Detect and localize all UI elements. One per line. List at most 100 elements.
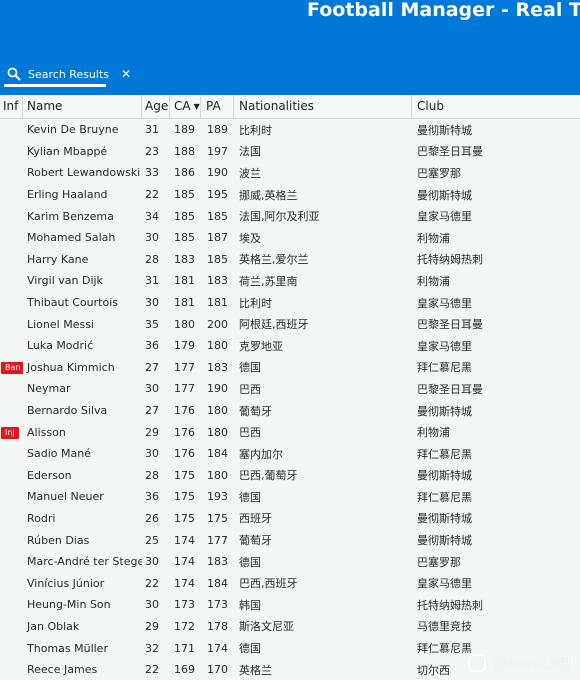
cell-ca: 188 [174, 144, 195, 158]
cell-nationalities: 巴西 [239, 382, 261, 396]
cell-nationalities: 德国 [239, 361, 261, 375]
cell-club: 托特纳姆热刺 [417, 598, 483, 612]
cell-age: 30 [145, 555, 159, 569]
cell-ca: 176 [174, 447, 195, 461]
cell-age: 30 [145, 296, 159, 310]
cell-age: 30 [145, 598, 159, 612]
cell-name: Bernardo Silva [27, 404, 108, 418]
cell-name: Virgil van Dijk [27, 274, 103, 288]
table-row[interactable]: Marc-André ter Stegen 30 174 183 德国 巴塞罗那 [0, 551, 580, 573]
cell-pa: 189 [207, 123, 228, 137]
cell-ca: 185 [174, 209, 195, 223]
cell-ca: 189 [174, 123, 195, 137]
sort-descending-icon: ▼ [193, 102, 200, 111]
cell-pa: 197 [207, 144, 228, 158]
cell-club: 托特纳姆热刺 [417, 253, 483, 267]
table-row[interactable]: Bernardo Silva 27 176 180 葡萄牙 曼彻斯特城 [0, 400, 580, 422]
cell-ca: 176 [174, 404, 195, 418]
cell-name: Mohamed Salah [27, 231, 116, 245]
cell-name: Karim Benzema [27, 209, 114, 223]
table-row[interactable]: Neymar 30 177 190 巴西 巴黎圣日耳曼 [0, 378, 580, 400]
cell-nationalities: 德国 [239, 490, 261, 504]
close-tab-icon[interactable]: ✕ [121, 67, 131, 81]
cell-age: 23 [145, 144, 159, 158]
table-row[interactable]: Ederson 28 175 180 巴西,葡萄牙 曼彻斯特城 [0, 465, 580, 487]
cell-inf: Ban [0, 360, 23, 375]
cell-age: 22 [145, 663, 159, 677]
column-header-nationalities[interactable]: Nationalities [234, 95, 412, 118]
cell-pa: 195 [207, 188, 228, 202]
table-row[interactable]: Robert Lewandowski 33 186 190 波兰 巴塞罗那 [0, 162, 580, 184]
cell-pa: 170 [207, 663, 228, 677]
cell-age: 30 [145, 382, 159, 396]
cell-inf: Inj [0, 425, 23, 440]
column-header-pa[interactable]: PA [201, 95, 234, 118]
table-row[interactable]: Thibaut Courtois 30 181 181 比利时 皇家马德里 [0, 292, 580, 314]
cell-nationalities: 葡萄牙 [239, 404, 272, 418]
column-header-age[interactable]: Age [142, 95, 170, 118]
table-row[interactable]: Inj Alisson 29 176 180 巴西 利物浦 [0, 421, 580, 443]
cell-club: 曼彻斯特城 [417, 469, 472, 483]
cell-club: 巴塞罗那 [417, 555, 461, 569]
table-row[interactable]: Manuel Neuer 36 175 193 德国 拜仁慕尼黑 [0, 486, 580, 508]
cell-name: Sadio Mané [27, 447, 91, 461]
cell-club: 巴黎圣日耳曼 [417, 145, 483, 159]
cell-pa: 180 [207, 468, 228, 482]
cell-club: 皇家马德里 [417, 210, 472, 224]
cell-nationalities: 挪威,英格兰 [239, 188, 298, 202]
table-row[interactable]: Vinícius Júnior 22 174 184 巴西,西班牙 皇家马德里 [0, 572, 580, 594]
table-row[interactable]: Lionel Messi 35 180 200 阿根廷,西班牙 巴黎圣日耳曼 [0, 313, 580, 335]
table-row[interactable]: Mohamed Salah 30 185 187 埃及 利物浦 [0, 227, 580, 249]
cell-club: 曼彻斯特城 [417, 188, 472, 202]
cell-nationalities: 巴西,西班牙 [239, 577, 298, 591]
column-header-name[interactable]: Name [23, 95, 142, 118]
table-row[interactable]: Ban Joshua Kimmich 27 177 183 德国 拜仁慕尼黑 [0, 357, 580, 379]
cell-name: Manuel Neuer [27, 490, 104, 504]
cell-age: 31 [145, 274, 159, 288]
cell-name: Neymar [27, 382, 71, 396]
cell-pa: 185 [207, 209, 228, 223]
cell-age: 35 [145, 317, 159, 331]
cell-name: Joshua Kimmich [27, 360, 115, 374]
cell-name: Lionel Messi [27, 317, 94, 331]
cell-age: 27 [145, 360, 159, 374]
table-row[interactable]: Luka Modrić 36 179 180 克罗地亚 皇家马德里 [0, 335, 580, 357]
ban-badge: Ban [1, 362, 23, 375]
cell-club: 巴塞罗那 [417, 166, 461, 180]
table-row[interactable]: Erling Haaland 22 185 195 挪威,英格兰 曼彻斯特城 [0, 184, 580, 206]
cell-ca: 177 [174, 360, 195, 374]
table-row[interactable]: Harry Kane 28 183 185 英格兰,爱尔兰 托特纳姆热刺 [0, 249, 580, 271]
table-row[interactable]: Kevin De Bruyne 31 189 189 比利时 曼彻斯特城 [0, 119, 580, 141]
cell-nationalities: 西班牙 [239, 512, 272, 526]
table-row[interactable]: Kylian Mbappé 23 188 197 法国 巴黎圣日耳曼 [0, 141, 580, 163]
column-header-ca-label: CA [174, 99, 191, 113]
table-row[interactable]: Heung-Min Son 30 173 173 韩国 托特纳姆热刺 [0, 594, 580, 616]
cell-club: 利物浦 [417, 426, 450, 440]
cell-age: 31 [145, 123, 159, 137]
app-title: Football Manager - Real Time E [307, 0, 580, 21]
table-row[interactable]: Rodri 26 175 175 西班牙 曼彻斯特城 [0, 508, 580, 530]
table-row[interactable]: Virgil van Dijk 31 181 183 荷兰,苏里南 利物浦 [0, 270, 580, 292]
cell-nationalities: 法国 [239, 145, 261, 159]
table-row[interactable]: Sadio Mané 30 176 184 塞内加尔 拜仁慕尼黑 [0, 443, 580, 465]
cell-name: Alisson [27, 425, 66, 439]
cell-pa: 180 [207, 339, 228, 353]
cell-name: Thomas Müller [27, 641, 108, 655]
cell-name: Marc-André ter Stegen [27, 555, 142, 569]
cell-nationalities: 克罗地亚 [239, 339, 283, 353]
cell-club: 皇家马德里 [417, 296, 472, 310]
search-icon [7, 67, 21, 81]
column-header-inf[interactable]: Inf [0, 95, 23, 118]
cell-name: Rodri [27, 511, 56, 525]
cell-ca: 179 [174, 339, 195, 353]
table-row[interactable]: Jan Oblak 29 172 178 斯洛文尼亚 马德里竞技 [0, 616, 580, 638]
table-row[interactable]: Karim Benzema 34 185 185 法国,阿尔及利亚 皇家马德里 [0, 205, 580, 227]
cell-age: 29 [145, 619, 159, 633]
table-row[interactable]: Rúben Dias 25 174 177 葡萄牙 曼彻斯特城 [0, 529, 580, 551]
cell-nationalities: 比利时 [239, 123, 272, 137]
cell-ca: 185 [174, 188, 195, 202]
cell-nationalities: 巴西 [239, 426, 261, 440]
column-header-ca[interactable]: CA ▼ [170, 95, 201, 118]
cell-pa: 177 [207, 533, 228, 547]
column-header-club[interactable]: Club [412, 95, 580, 118]
